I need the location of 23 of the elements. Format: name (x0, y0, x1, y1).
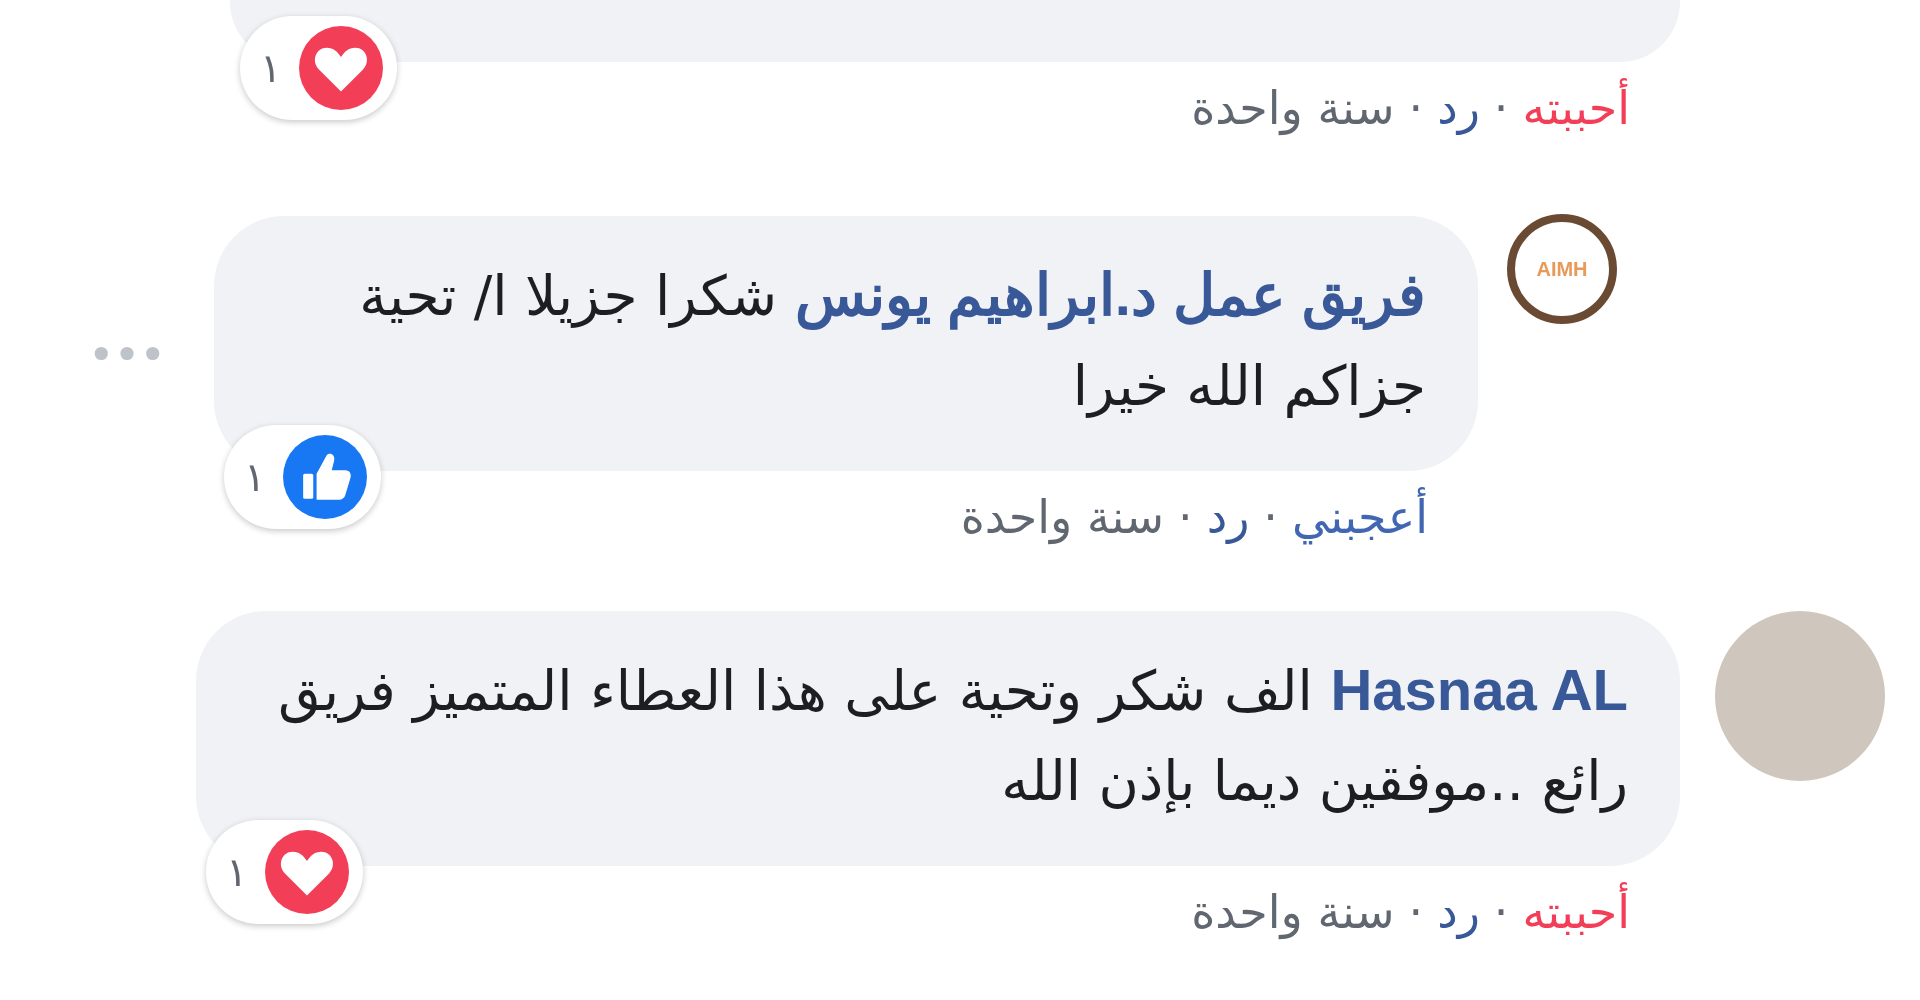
separator-dot: · (1408, 884, 1424, 941)
separator-dot: · (1408, 80, 1424, 137)
separator-dot: · (1178, 489, 1193, 546)
react-link[interactable]: أعجبني (1291, 487, 1428, 547)
timestamp: سنة واحدة (960, 489, 1164, 547)
separator-dot: · (1493, 884, 1509, 941)
react-link[interactable]: أحببته (1522, 78, 1630, 138)
reply-link[interactable]: رد (1206, 487, 1250, 547)
author-link[interactable]: Hasnaa AL (1330, 657, 1628, 722)
logo-text: AIMH (1536, 257, 1588, 281)
timestamp: سنة واحدة (1191, 80, 1395, 138)
more-options-icon[interactable] (94, 346, 160, 361)
separator-dot: · (1493, 80, 1509, 137)
thumbs-up-icon (283, 435, 368, 519)
react-link[interactable]: أحببته (1522, 882, 1630, 942)
separator-dot: · (1263, 489, 1278, 546)
reaction-count-badge[interactable]: ١ (224, 425, 382, 529)
timestamp: سنة واحدة (1191, 884, 1395, 942)
reaction-count-badge[interactable]: ١ (206, 820, 364, 924)
reply-link[interactable]: رد (1437, 78, 1480, 138)
reply-link[interactable]: رد (1437, 882, 1480, 942)
comment-text: فريق عمل د.ابراهيم يونس شكرا جزيلا ا/ تحية جزاكم الله خيرا (358, 261, 1426, 420)
reaction-count-badge[interactable]: ١ (240, 16, 398, 120)
